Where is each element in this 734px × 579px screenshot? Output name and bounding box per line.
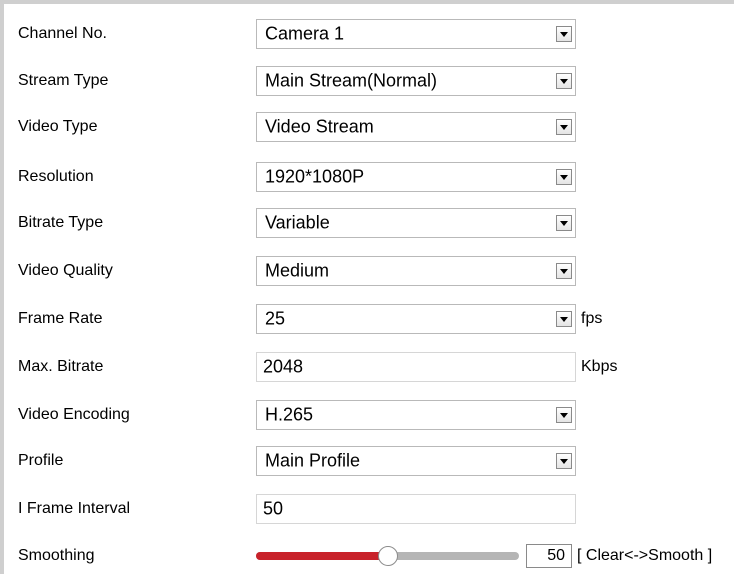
stream-type-value: Main Stream(Normal) <box>265 70 438 91</box>
i-frame-interval-value: 50 <box>263 498 284 519</box>
row-resolution: Resolution 1920*1080P <box>4 154 732 200</box>
stream-type-label: Stream Type <box>18 72 109 89</box>
frame-top-border <box>0 0 734 4</box>
frame-rate-value: 25 <box>265 308 286 329</box>
profile-value: Main Profile <box>265 450 361 471</box>
chevron-down-icon[interactable] <box>556 263 572 279</box>
profile-select[interactable]: Main Profile <box>256 446 576 476</box>
video-encoding-select[interactable]: H.265 <box>256 400 576 430</box>
chevron-down-icon[interactable] <box>556 119 572 135</box>
row-stream-type: Stream Type Main Stream(Normal) <box>4 58 732 104</box>
video-quality-select[interactable]: Medium <box>256 256 576 286</box>
video-encoding-value: H.265 <box>265 404 314 425</box>
video-type-select[interactable]: Video Stream <box>256 112 576 142</box>
chevron-down-icon[interactable] <box>556 215 572 231</box>
row-video-encoding: Video Encoding H.265 <box>4 392 732 438</box>
frame-rate-label: Frame Rate <box>18 310 103 327</box>
row-video-type: Video Type Video Stream <box>4 104 732 150</box>
chevron-down-icon[interactable] <box>556 407 572 423</box>
smoothing-hint: [ Clear<->Smooth ] <box>577 547 713 564</box>
chevron-down-icon[interactable] <box>556 26 572 42</box>
chevron-down-icon[interactable] <box>556 311 572 327</box>
channel-no-label: Channel No. <box>18 25 107 42</box>
max-bitrate-unit: Kbps <box>581 358 618 375</box>
smoothing-label: Smoothing <box>18 547 95 564</box>
row-smoothing: Smoothing 50 [ Clear<->Smooth ] <box>4 533 732 579</box>
bitrate-type-select[interactable]: Variable <box>256 208 576 238</box>
i-frame-interval-input[interactable]: 50 <box>256 494 576 524</box>
smoothing-slider-fill <box>256 552 388 560</box>
row-channel-no: Channel No. Camera 1 <box>4 11 732 57</box>
row-i-frame-interval: I Frame Interval 50 <box>4 486 732 532</box>
smoothing-slider-handle[interactable] <box>378 546 398 566</box>
video-type-label: Video Type <box>18 118 98 135</box>
row-video-quality: Video Quality Medium <box>4 248 732 294</box>
resolution-label: Resolution <box>18 168 94 185</box>
channel-no-value: Camera 1 <box>265 23 345 44</box>
smoothing-slider-track[interactable] <box>256 546 519 566</box>
max-bitrate-value: 2048 <box>263 356 304 377</box>
video-type-value: Video Stream <box>265 116 374 137</box>
row-max-bitrate: Max. Bitrate 2048 Kbps <box>4 344 732 390</box>
video-quality-label: Video Quality <box>18 262 113 279</box>
profile-label: Profile <box>18 452 64 469</box>
chevron-down-icon[interactable] <box>556 453 572 469</box>
max-bitrate-input[interactable]: 2048 <box>256 352 576 382</box>
chevron-down-icon[interactable] <box>556 169 572 185</box>
resolution-value: 1920*1080P <box>265 166 365 187</box>
smoothing-value-box[interactable]: 50 <box>526 544 572 568</box>
smoothing-value: 50 <box>547 547 565 564</box>
video-encoding-label: Video Encoding <box>18 406 130 423</box>
channel-no-select[interactable]: Camera 1 <box>256 19 576 49</box>
stream-type-select[interactable]: Main Stream(Normal) <box>256 66 576 96</box>
bitrate-type-value: Variable <box>265 212 330 233</box>
video-quality-value: Medium <box>265 260 330 281</box>
max-bitrate-label: Max. Bitrate <box>18 358 104 375</box>
row-frame-rate: Frame Rate 25 fps <box>4 296 732 342</box>
row-profile: Profile Main Profile <box>4 438 732 484</box>
chevron-down-icon[interactable] <box>556 73 572 89</box>
frame-rate-unit: fps <box>581 310 603 327</box>
resolution-select[interactable]: 1920*1080P <box>256 162 576 192</box>
i-frame-interval-label: I Frame Interval <box>18 500 131 517</box>
bitrate-type-label: Bitrate Type <box>18 214 104 231</box>
row-bitrate-type: Bitrate Type Variable <box>4 200 732 246</box>
frame-rate-select[interactable]: 25 <box>256 304 576 334</box>
